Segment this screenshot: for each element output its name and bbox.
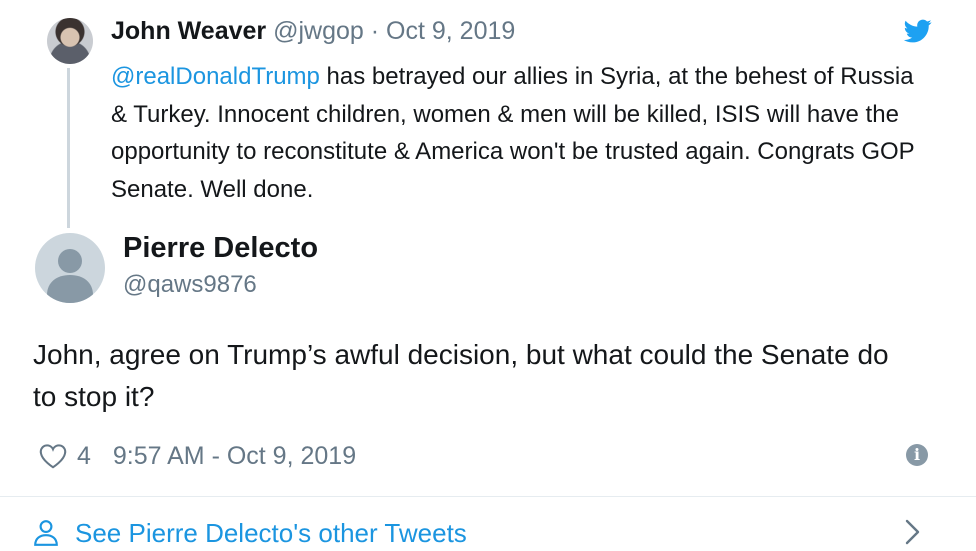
default-avatar-icon bbox=[47, 249, 93, 303]
see-other-tweets-link[interactable]: See Pierre Delecto's other Tweets bbox=[33, 515, 467, 551]
parent-tweet-date[interactable]: Oct 9, 2019 bbox=[386, 17, 515, 45]
see-other-tweets-label[interactable]: See Pierre Delecto's other Tweets bbox=[75, 518, 467, 549]
heart-icon[interactable] bbox=[37, 441, 69, 471]
mention-link[interactable]: @realDonaldTrump bbox=[111, 63, 320, 90]
reply-tweet-meta: 4 9:57 AM - Oct 9, 2019 bbox=[37, 440, 356, 472]
reply-timestamp[interactable]: 9:57 AM - Oct 9, 2019 bbox=[113, 442, 356, 471]
parent-author-handle[interactable]: @jwgop bbox=[273, 17, 364, 45]
like-count[interactable]: 4 bbox=[77, 442, 91, 471]
info-icon[interactable]: i bbox=[906, 444, 928, 466]
parent-author-name[interactable]: John Weaver bbox=[111, 17, 266, 45]
reply-author-handle[interactable]: @qaws9876 bbox=[123, 271, 257, 299]
parent-tweet-text: @realDonaldTrump has betrayed our allies… bbox=[111, 58, 931, 208]
parent-tweet-header: John Weaver @jwgop · Oct 9, 2019 bbox=[111, 17, 515, 46]
pierre-delecto-avatar[interactable] bbox=[35, 233, 105, 303]
reply-author-name[interactable]: Pierre Delecto bbox=[123, 232, 318, 265]
header-separator: · bbox=[370, 17, 380, 45]
thread-connector-line bbox=[67, 68, 70, 228]
twitter-bird-icon[interactable] bbox=[902, 17, 934, 45]
chevron-right-icon[interactable] bbox=[902, 517, 922, 547]
footer-divider bbox=[0, 496, 976, 497]
reply-tweet-text: John, agree on Trump’s awful decision, b… bbox=[33, 339, 889, 412]
john-weaver-avatar[interactable] bbox=[47, 18, 93, 64]
person-icon bbox=[34, 520, 58, 546]
